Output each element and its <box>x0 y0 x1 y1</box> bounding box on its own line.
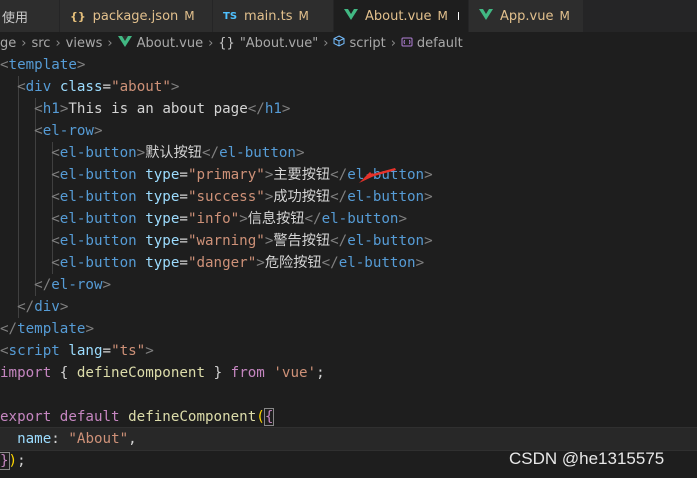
code-line-current[interactable]: name: "About", <box>0 427 697 451</box>
breadcrumb-item-module[interactable]: {} "About.vue" <box>218 36 318 51</box>
chevron-right-icon: › <box>323 35 329 51</box>
code-line[interactable]: </div> <box>0 296 697 318</box>
breadcrumb-label: default <box>416 35 463 51</box>
breadcrumb-item-file[interactable]: About.vue <box>117 35 204 51</box>
breadcrumb-item[interactable]: src <box>31 36 50 51</box>
annotation-arrow-icon <box>359 168 396 183</box>
code-line[interactable]: import { defineComponent } from 'vue'; <box>0 362 697 384</box>
tab-label: main.ts <box>244 8 293 24</box>
code-line[interactable]: </template> <box>0 318 697 340</box>
breadcrumb-label: script <box>349 35 386 51</box>
object-icon <box>401 36 413 51</box>
modified-badge: M <box>437 9 448 23</box>
tab-about-vue[interactable]: About.vue M <box>334 0 469 32</box>
ts-icon: TS <box>223 10 238 22</box>
tab-main-ts[interactable]: TS main.ts M <box>213 0 334 32</box>
chevron-right-icon: › <box>55 35 61 51</box>
chevron-right-icon: › <box>390 35 396 51</box>
tab-label: About.vue <box>365 8 432 24</box>
code-line[interactable]: export default defineComponent({ <box>0 406 697 428</box>
chevron-right-icon: › <box>107 35 113 51</box>
tab-package-json[interactable]: {} package.json M <box>60 0 213 32</box>
modified-badge: M <box>559 9 570 23</box>
code-line[interactable]: <el-button type="success">成功按钮</el-butto… <box>0 186 697 208</box>
chevron-right-icon: › <box>208 35 214 51</box>
code-line[interactable]: <el-button type="info">信息按钮</el-button> <box>0 208 697 230</box>
modified-badge: M <box>298 9 309 23</box>
breadcrumb-item-script[interactable]: script <box>333 35 386 51</box>
code-line[interactable]: <div class="about"> <box>0 76 697 98</box>
breadcrumb: ge › src › views › About.vue › {} "About… <box>0 32 697 54</box>
breadcrumb-item[interactable]: ge <box>0 36 16 51</box>
editor-tab-bar: 使用 {} package.json M TS main.ts M About.… <box>0 0 697 32</box>
breadcrumb-label: "About.vue" <box>239 35 319 51</box>
cube-icon <box>333 35 345 51</box>
chevron-right-icon: › <box>21 35 27 51</box>
breadcrumb-item[interactable]: views <box>66 36 103 51</box>
tab-label: 使用 <box>2 10 29 26</box>
code-line[interactable]: <el-button type="warning">警告按钮</el-butto… <box>0 230 697 252</box>
code-editor[interactable]: <template> <div class="about"> <h1>This … <box>0 54 697 478</box>
vue-icon <box>344 9 358 23</box>
code-line[interactable]: <el-button>默认按钮</el-button> <box>0 142 697 164</box>
vue-icon <box>479 9 493 23</box>
tab-label: App.vue <box>500 8 554 24</box>
braces-icon: {} <box>218 35 235 51</box>
code-line[interactable]: <script lang="ts"> <box>0 340 697 362</box>
tab-usage[interactable]: 使用 <box>0 0 60 32</box>
code-line[interactable]: <h1>This is an about page</h1> <box>0 98 697 120</box>
tab-label: package.json <box>92 8 179 24</box>
code-line[interactable]: <el-button type="primary">主要按钮</el-butto… <box>0 164 697 186</box>
modified-badge: M <box>184 9 195 23</box>
watermark: CSDN @he1315575 <box>509 449 665 468</box>
code-line[interactable] <box>0 384 697 406</box>
code-line[interactable]: <template> <box>0 54 697 76</box>
breadcrumb-item-default[interactable]: default <box>401 36 463 51</box>
code-line[interactable]: </el-row> <box>0 274 697 296</box>
json-icon: {} <box>70 9 86 23</box>
code-line[interactable]: <el-row> <box>0 120 697 142</box>
vue-icon <box>117 35 132 51</box>
breadcrumb-label: About.vue <box>136 35 204 51</box>
code-line[interactable]: <el-button type="danger">危险按钮</el-button… <box>0 252 697 274</box>
tab-app-vue[interactable]: App.vue M <box>469 0 584 32</box>
